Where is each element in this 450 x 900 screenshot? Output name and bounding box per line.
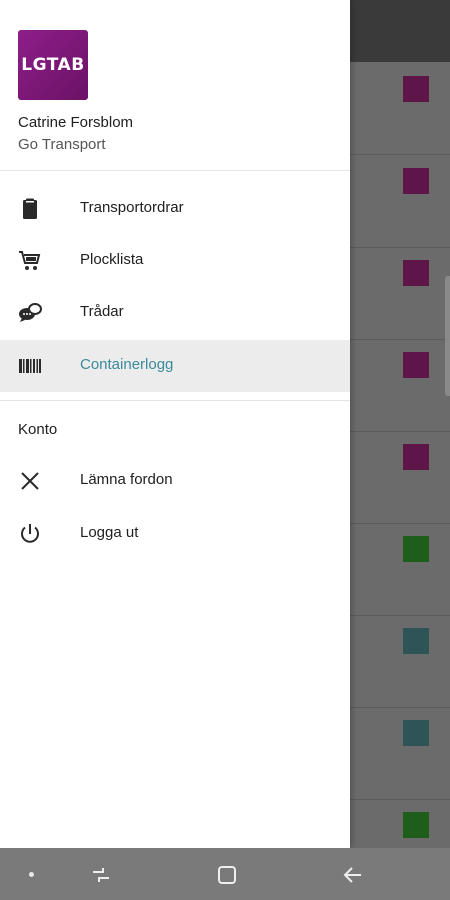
color-swatch bbox=[403, 260, 429, 286]
color-swatch bbox=[403, 720, 429, 746]
menu-item-tradar[interactable]: Trådar bbox=[0, 287, 350, 339]
color-swatch bbox=[403, 76, 429, 102]
menu-item-label: Plocklista bbox=[80, 251, 144, 268]
menu-item-label: Logga ut bbox=[80, 524, 139, 541]
barcode-icon bbox=[18, 354, 42, 378]
menu-item-label: Containerlogg bbox=[80, 356, 174, 373]
color-swatch bbox=[403, 444, 429, 470]
home-icon[interactable] bbox=[216, 864, 238, 891]
close-icon bbox=[18, 469, 42, 493]
menu-item-label: Transportordrar bbox=[80, 199, 184, 216]
menu-item-containerlogg[interactable]: Containerlogg bbox=[0, 340, 350, 392]
chat-bubbles-icon bbox=[18, 301, 42, 325]
drawer-header: LGTAB Catrine Forsblom Go Transport bbox=[0, 0, 350, 171]
user-name: Catrine Forsblom bbox=[18, 114, 134, 131]
section-divider bbox=[0, 400, 350, 401]
menu-item-label: Trådar bbox=[80, 303, 124, 320]
user-company: Go Transport bbox=[18, 136, 106, 153]
color-swatch bbox=[403, 168, 429, 194]
menu-item-lamna-fordon[interactable]: Lämna fordon bbox=[0, 455, 350, 507]
navigation-drawer: LGTAB Catrine Forsblom Go Transport Tran… bbox=[0, 0, 350, 848]
logo-text: LGTAB bbox=[21, 55, 85, 75]
color-swatch bbox=[403, 812, 429, 838]
dot-icon[interactable] bbox=[29, 872, 34, 877]
company-logo: LGTAB bbox=[18, 30, 88, 100]
menu-item-logga-ut[interactable]: Logga ut bbox=[0, 508, 350, 560]
menu-item-transportordrar[interactable]: Transportordrar bbox=[0, 183, 350, 235]
menu-item-label: Lämna fordon bbox=[80, 471, 173, 488]
color-swatch bbox=[403, 352, 429, 378]
power-icon bbox=[18, 522, 42, 546]
clipboard-icon bbox=[18, 197, 42, 221]
menu-item-plocklista[interactable]: Plocklista bbox=[0, 235, 350, 287]
color-swatch bbox=[403, 628, 429, 654]
cart-icon bbox=[18, 249, 42, 273]
edge-scroll-handle[interactable] bbox=[445, 276, 450, 396]
recent-apps-icon[interactable] bbox=[90, 864, 112, 891]
account-section-title: Konto bbox=[18, 421, 58, 438]
back-icon[interactable] bbox=[342, 864, 364, 891]
color-swatch bbox=[403, 536, 429, 562]
